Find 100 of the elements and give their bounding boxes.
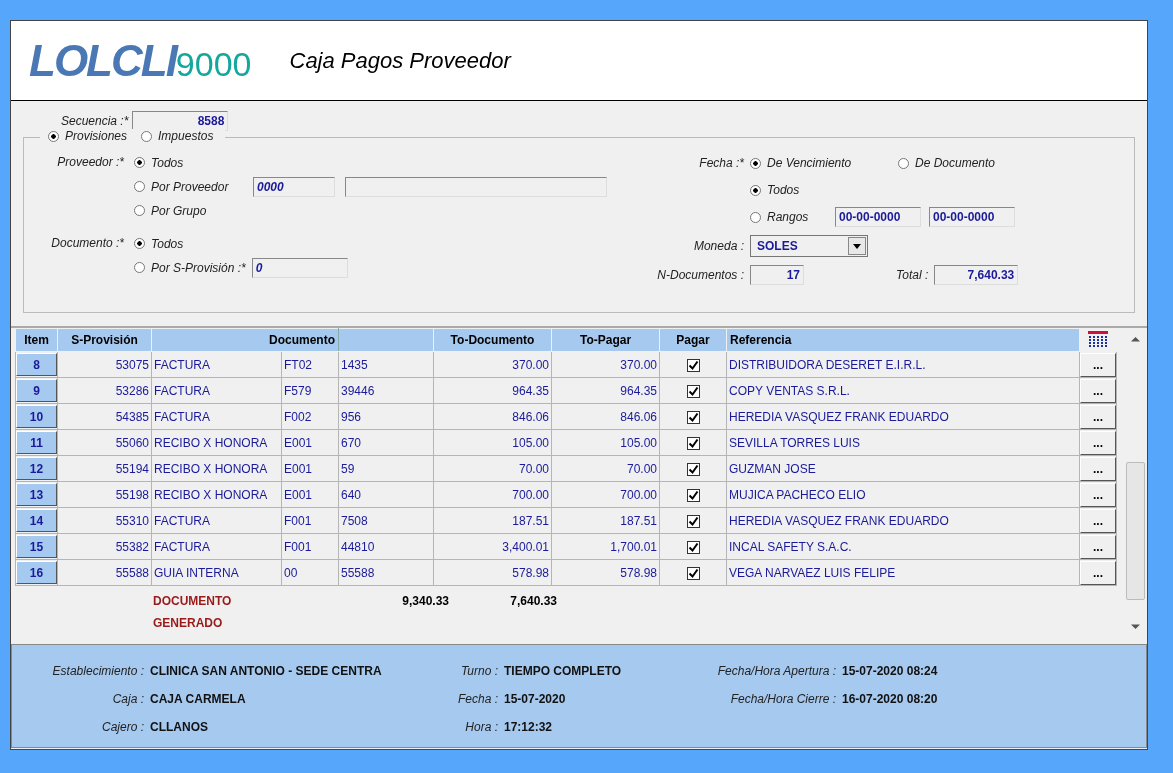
radio-button[interactable] (134, 262, 145, 273)
window-title: Caja Pagos Proveedor (289, 47, 511, 74)
radio-button[interactable] (750, 184, 761, 196)
table-cell: 00 (281, 559, 339, 586)
radio-label: Por S-Provisión :* (151, 260, 246, 275)
table-cell: RECIBO X HONORA (154, 487, 268, 502)
currency-dropdown[interactable]: SOLES (750, 235, 868, 257)
info-label: Caja : (111, 692, 144, 706)
sequence-field[interactable]: 8588 (132, 111, 229, 131)
column-header[interactable]: S-Provisión (57, 328, 152, 352)
radio-label: Impuestos (158, 129, 214, 143)
table-cell: 7508 (338, 507, 434, 534)
info-value: 17:12:32 (504, 720, 553, 734)
checkbox[interactable] (686, 540, 700, 554)
table-cell: 956 (338, 403, 434, 430)
row-header-button[interactable]: 12 (16, 457, 57, 480)
field-label: Fecha :* (698, 156, 744, 170)
calendar-icon[interactable] (1087, 329, 1109, 348)
table-cell: 187.51 (551, 507, 660, 534)
date-field[interactable]: 00-00-0000 (929, 207, 1015, 227)
supplier-name-field[interactable] (345, 176, 607, 197)
info-value: CLINICA SAN ANTONIO - SEDE CENTRA (150, 664, 382, 678)
info-value: CLLANOS (150, 720, 208, 734)
table-cell: VEGA NARVAEZ LUIS FELIPE (726, 559, 1080, 586)
more-button[interactable]: ... (1080, 508, 1116, 533)
checkbox[interactable] (686, 488, 700, 502)
checkbox[interactable] (686, 358, 700, 372)
radio-button[interactable] (134, 205, 145, 216)
table-cell: 39446 (338, 377, 434, 404)
row-header-button[interactable]: 15 (16, 535, 57, 558)
radio-button[interactable] (134, 157, 145, 168)
row-header-button[interactable]: 10 (16, 405, 57, 428)
table-cell: 59 (338, 455, 434, 482)
table-cell: FACTURA (154, 383, 210, 398)
info-value: 15-07-2020 08:24 (842, 664, 938, 678)
table-cell: 578.98 (551, 559, 660, 586)
status-text: DOCUMENTO (153, 594, 233, 608)
table-cell: 70.00 (433, 455, 552, 482)
radio-button[interactable] (48, 130, 59, 142)
column-header[interactable]: To-Documento (433, 328, 552, 352)
scroll-thumb[interactable] (1125, 462, 1145, 600)
total-value: 9,340.33 (401, 593, 449, 610)
column-header[interactable]: To-Pagar (551, 328, 660, 352)
table-cell: 55194 (57, 455, 152, 482)
table-cell: 964.35 (551, 377, 660, 404)
more-button[interactable]: ... (1080, 456, 1116, 481)
info-label: Fecha/Hora Cierre : (729, 692, 836, 706)
checkbox[interactable] (686, 384, 700, 398)
more-button[interactable]: ... (1080, 404, 1116, 429)
table-cell: 55588 (338, 559, 434, 586)
table-cell: FACTURA (154, 357, 210, 372)
info-value: TIEMPO COMPLETO (504, 664, 622, 678)
table-cell: GUZMAN JOSE (726, 455, 1080, 482)
column-header[interactable]: Pagar (659, 328, 727, 352)
date-field[interactable]: 00-00-0000 (835, 207, 921, 227)
table-cell: RECIBO X HONORA (154, 435, 268, 450)
more-button[interactable]: ... (1080, 560, 1116, 585)
checkbox[interactable] (686, 410, 700, 424)
table-cell: 1435 (338, 351, 434, 378)
radio-button[interactable] (141, 130, 153, 142)
row-header-button[interactable]: 9 (16, 379, 57, 402)
supplier-code-field[interactable]: 0000 (253, 176, 335, 197)
table-cell: F002 (281, 403, 339, 430)
info-label: Turno : (459, 664, 498, 678)
document-count-field: 17 (750, 265, 804, 285)
s-provision-field[interactable]: 0 (251, 257, 348, 278)
more-button[interactable]: ... (1080, 534, 1116, 559)
more-button[interactable]: ... (1080, 430, 1116, 455)
column-header[interactable]: Documento (151, 328, 339, 352)
info-value: 16-07-2020 08:20 (842, 692, 938, 706)
table-cell: 55060 (57, 429, 152, 456)
more-button[interactable]: ... (1080, 482, 1116, 507)
column-header[interactable]: Referencia (726, 328, 1080, 352)
table-cell: F579 (281, 377, 339, 404)
table-cell: 964.35 (433, 377, 552, 404)
checkbox[interactable] (686, 462, 700, 476)
radio-button[interactable] (134, 238, 145, 249)
row-header-button[interactable]: 14 (16, 509, 57, 532)
table-cell: 105.00 (433, 429, 552, 456)
info-label: Establecimiento : (51, 664, 144, 678)
scroll-up-icon[interactable] (1130, 336, 1140, 342)
info-label: Fecha : (456, 692, 498, 706)
row-header-button[interactable]: 8 (16, 353, 57, 376)
checkbox[interactable] (686, 514, 700, 528)
more-button[interactable]: ... (1080, 378, 1116, 403)
checkbox[interactable] (686, 436, 700, 450)
more-button[interactable]: ... (1080, 352, 1116, 377)
radio-button[interactable] (750, 211, 761, 223)
radio-button[interactable] (898, 157, 909, 169)
checkbox[interactable] (686, 566, 700, 580)
row-header-button[interactable]: 16 (16, 561, 57, 584)
column-header[interactable]: Item (15, 328, 58, 352)
table-cell: 187.51 (433, 507, 552, 534)
radio-button[interactable] (750, 157, 761, 169)
radio-label: Todos (151, 236, 184, 251)
radio-button[interactable] (134, 181, 145, 192)
scroll-down-icon[interactable] (1130, 624, 1140, 630)
row-header-button[interactable]: 13 (16, 483, 57, 506)
row-header-button[interactable]: 11 (16, 431, 57, 454)
info-value: 15-07-2020 (504, 692, 566, 706)
